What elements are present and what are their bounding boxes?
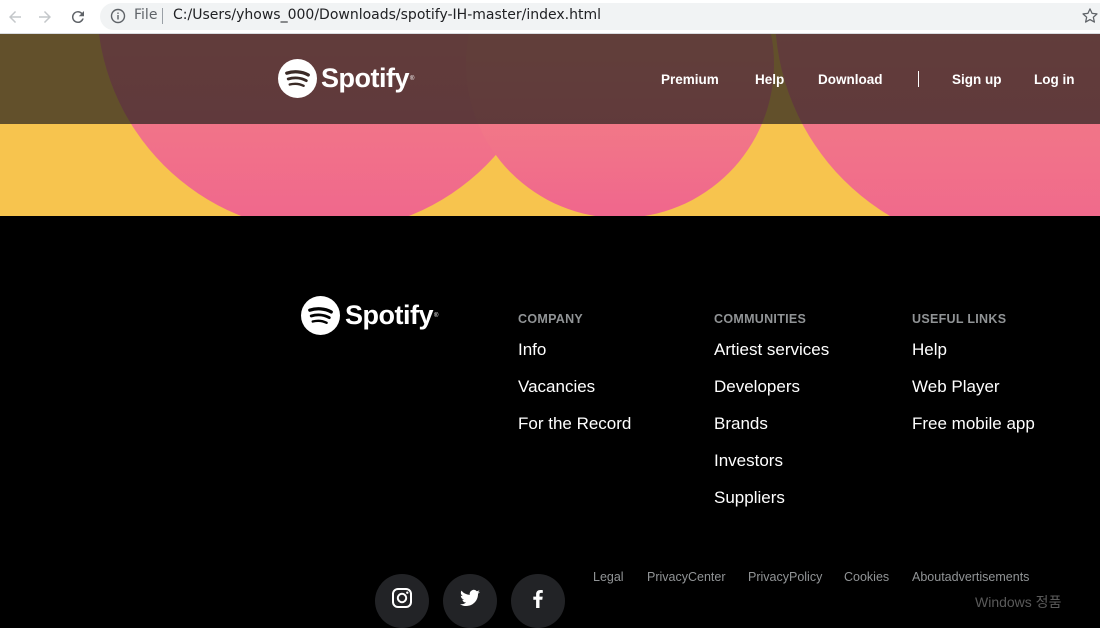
footer-link-developers[interactable]: Developers [714,377,829,414]
bookmark-star-icon[interactable] [1080,6,1100,26]
footer-column-communities: COMMUNITIES Artiest services Developers … [714,312,829,525]
nav-sign-up[interactable]: Sign up [952,72,1002,87]
spotify-logo[interactable]: Spotify ® [278,59,414,98]
trademark-mark: ® [434,312,439,319]
url-scheme: File [134,7,158,23]
address-bar[interactable]: File C:/Users/yhows_000/Downloads/spotif… [100,3,1100,30]
twitter-button[interactable] [443,574,497,628]
trademark-mark: ® [410,75,415,82]
back-button[interactable] [3,5,27,29]
browser-toolbar: File C:/Users/yhows_000/Downloads/spotif… [0,0,1100,34]
info-icon[interactable] [110,8,126,24]
windows-activation-watermark: Windows 정품 [975,594,1062,610]
column-heading: COMPANY [518,312,584,326]
forward-button[interactable] [33,5,57,29]
hero-banner: Spotify ® Premium Help Download Sign up L… [0,34,1100,216]
nav-divider [918,71,919,87]
url-text[interactable]: C:/Users/yhows_000/Downloads/spotify-IH-… [173,7,601,23]
spotify-icon [301,296,340,335]
spotify-icon [278,59,317,98]
nav-help[interactable]: Help [755,72,784,87]
facebook-icon [533,590,543,608]
facebook-button[interactable] [511,574,565,628]
nav-premium[interactable]: Premium [661,72,719,87]
reload-icon [71,11,84,24]
legal-link-privacy-center[interactable]: PrivacyCenter [647,570,726,584]
footer-spotify-logo[interactable]: Spotify ® [301,296,438,335]
footer-link-for-the-record[interactable]: For the Record [518,414,631,451]
footer-column-company: COMPANY Info Vacancies For the Record [518,312,631,451]
nav-download[interactable]: Download [818,72,883,87]
legal-link-cookies[interactable]: Cookies [844,570,889,584]
site-footer: Spotify ® COMPANY Info Vacancies For the … [0,216,1100,628]
reload-button[interactable] [66,5,90,29]
instagram-button[interactable] [375,574,429,628]
instagram-icon [392,588,412,608]
top-navigation: Spotify ® Premium Help Download Sign up L… [0,34,1100,124]
url-divider [162,8,163,24]
legal-link-privacy-policy[interactable]: PrivacyPolicy [748,570,822,584]
footer-link-artiest-services[interactable]: Artiest services [714,340,829,377]
footer-link-suppliers[interactable]: Suppliers [714,488,829,525]
footer-link-vacancies[interactable]: Vacancies [518,377,631,414]
legal-link-legal[interactable]: Legal [593,570,624,584]
footer-link-info[interactable]: Info [518,340,631,377]
arrow-left-icon [9,11,21,23]
twitter-icon [460,589,480,607]
logo-wordmark: Spotify [321,63,410,93]
column-heading: USEFUL LINKS [912,312,1007,326]
legal-link-about-advertisements[interactable]: Aboutadvertisements [912,570,1029,584]
footer-link-free-mobile-app[interactable]: Free mobile app [912,414,1035,451]
footer-column-useful-links: USEFUL LINKS Help Web Player Free mobile… [912,312,1035,451]
footer-link-investors[interactable]: Investors [714,451,829,488]
logo-wordmark: Spotify [345,300,434,330]
nav-log-in[interactable]: Log in [1034,72,1075,87]
footer-link-help[interactable]: Help [912,340,1035,377]
footer-link-brands[interactable]: Brands [714,414,829,451]
arrow-right-icon [39,11,51,23]
footer-link-web-player[interactable]: Web Player [912,377,1035,414]
column-heading: COMMUNITIES [714,312,807,326]
